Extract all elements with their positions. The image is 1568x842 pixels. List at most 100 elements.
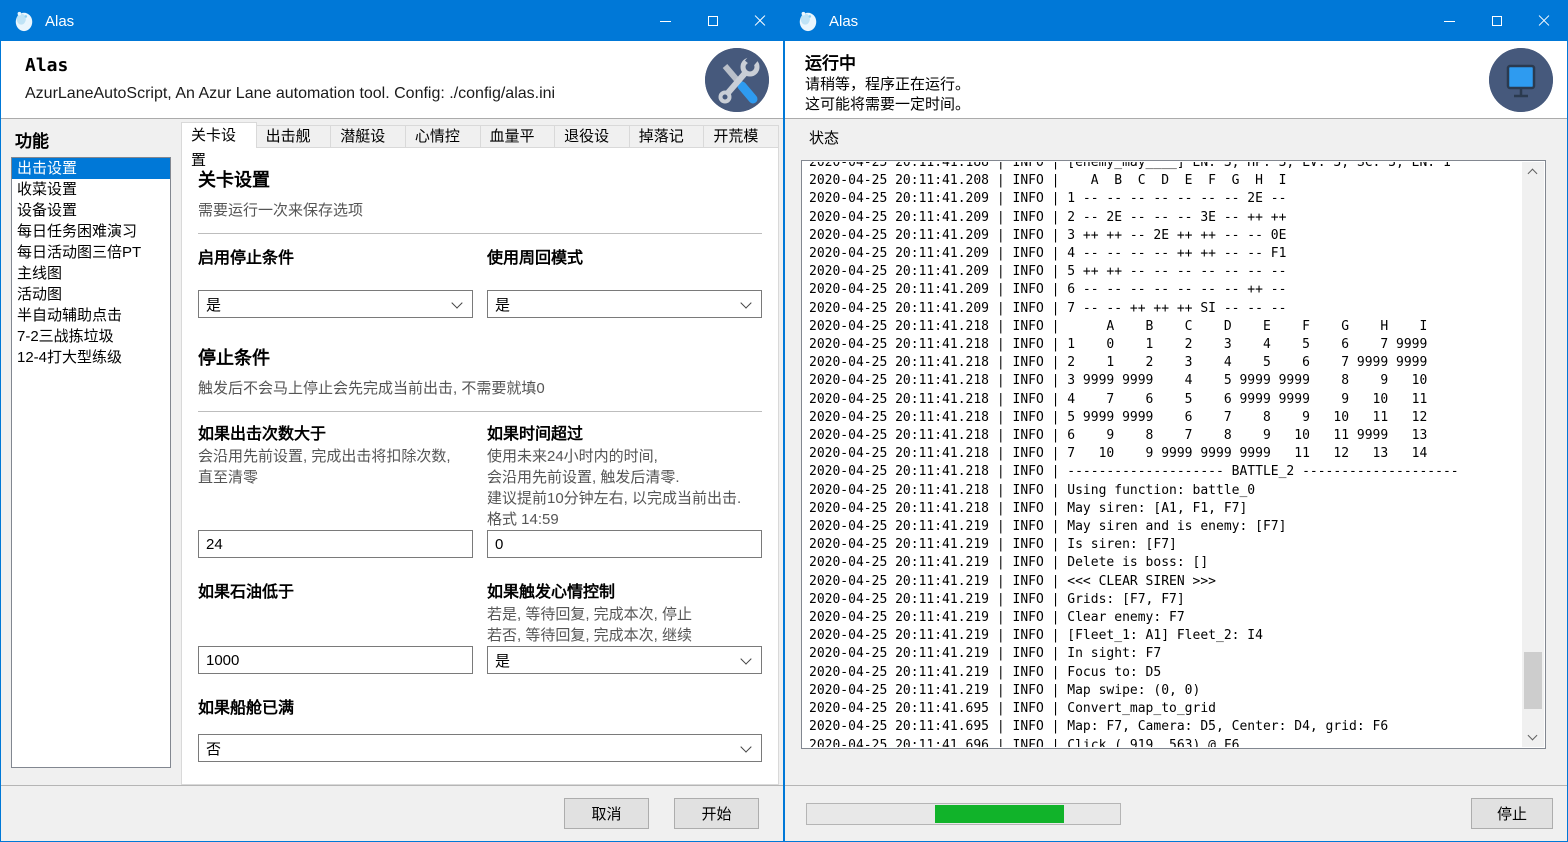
sidebar-item[interactable]: 7-2三战拣垃圾 xyxy=(12,326,170,347)
tab-开荒模式[interactable]: 开荒模式 xyxy=(704,125,779,148)
loop-mode-label: 使用周回模式 xyxy=(487,248,762,270)
chevron-down-icon xyxy=(740,297,751,308)
if-count-input[interactable] xyxy=(198,530,473,558)
chevron-down-icon xyxy=(740,653,751,664)
if-emotion-label: 如果触发心情控制 xyxy=(487,582,762,604)
close-button[interactable] xyxy=(1520,1,1567,41)
if-time-input[interactable] xyxy=(487,530,762,558)
sidebar-item[interactable]: 每日活动图三倍PT xyxy=(12,242,170,263)
alas-logo-icon xyxy=(797,10,819,32)
if-emotion-value: 是 xyxy=(495,650,510,671)
monitor-icon xyxy=(1489,48,1553,112)
log-line: 2020-04-25 20:11:41.209 | INFO | 5 ++ ++… xyxy=(809,263,1522,281)
chevron-down-icon xyxy=(1528,731,1538,741)
if-emotion-desc: 若是, 等待回复, 完成本次, 停止 若否, 等待回复, 完成本次, 继续 xyxy=(487,604,762,646)
log-line: 2020-04-25 20:11:41.209 | INFO | 2 -- 2E… xyxy=(809,209,1522,227)
enable-stop-select[interactable]: 是 xyxy=(198,290,473,318)
maximize-icon xyxy=(708,16,718,26)
log-line: 2020-04-25 20:11:41.696 | INFO | Click (… xyxy=(809,737,1522,748)
log-line: 2020-04-25 20:11:41.219 | INFO | Grids: … xyxy=(809,591,1522,609)
status-label: 状态 xyxy=(809,127,839,148)
log-line: 2020-04-25 20:11:41.218 | INFO | 5 9999 … xyxy=(809,409,1522,427)
close-icon xyxy=(1538,15,1550,27)
log-line: 2020-04-25 20:11:41.188 | INFO | [enemy_… xyxy=(809,162,1522,172)
log-line: 2020-04-25 20:11:41.219 | INFO | May sir… xyxy=(809,518,1522,536)
tab-潜艇设置[interactable]: 潜艇设置 xyxy=(331,125,406,148)
log-line: 2020-04-25 20:11:41.218 | INFO | A B C D… xyxy=(809,318,1522,336)
section-desc-stage: 需要运行一次来保存选项 xyxy=(198,199,762,220)
sidebar-item[interactable]: 出击设置 xyxy=(12,158,170,179)
app-name: Alas xyxy=(25,55,68,76)
progress-fill xyxy=(935,805,1063,823)
log-line: 2020-04-25 20:11:41.695 | INFO | Map: F7… xyxy=(809,718,1522,736)
log-line: 2020-04-25 20:11:41.219 | INFO | <<< CLE… xyxy=(809,573,1522,591)
if-oil-input[interactable] xyxy=(198,646,473,674)
log-line: 2020-04-25 20:11:41.218 | INFO | 3 9999 … xyxy=(809,372,1522,390)
maximize-button[interactable] xyxy=(1473,1,1520,41)
tab-bar: 关卡设置出击舰队潜艇设置心情控制血量平衡退役设置掉落记录开荒模式 xyxy=(181,122,779,148)
scroll-down-button[interactable] xyxy=(1522,727,1544,747)
log-line: 2020-04-25 20:11:41.695 | INFO | Convert… xyxy=(809,700,1522,718)
enable-stop-value: 是 xyxy=(206,294,221,315)
log-line: 2020-04-25 20:11:41.219 | INFO | Map swi… xyxy=(809,682,1522,700)
chevron-down-icon xyxy=(740,741,751,752)
titlebar[interactable]: Alas xyxy=(785,1,1567,41)
tools-icon xyxy=(705,48,769,112)
tab-掉落记录[interactable]: 掉落记录 xyxy=(630,125,705,148)
tab-血量平衡[interactable]: 血量平衡 xyxy=(481,125,556,148)
close-icon xyxy=(754,15,766,27)
run-status-line2: 这可能将需要一定时间。 xyxy=(805,93,970,114)
if-count-desc: 会沿用先前设置, 完成出击将扣除次数, 直至清零 xyxy=(198,446,473,488)
sidebar-item[interactable]: 收菜设置 xyxy=(12,179,170,200)
sidebar-item[interactable]: 每日任务困难演习 xyxy=(12,221,170,242)
close-button[interactable] xyxy=(736,1,783,41)
log-line: 2020-04-25 20:11:41.209 | INFO | 4 -- --… xyxy=(809,245,1522,263)
window-settings: Alas Alas AzurLaneAutoScript, An Azur La… xyxy=(0,0,784,842)
sidebar-item[interactable]: 活动图 xyxy=(12,284,170,305)
scroll-up-button[interactable] xyxy=(1522,162,1544,182)
sidebar-list[interactable]: 出击设置收菜设置设备设置每日任务困难演习每日活动图三倍PT主线图活动图半自动辅助… xyxy=(11,157,171,768)
loop-mode-select[interactable]: 是 xyxy=(487,290,762,318)
if-time-desc: 使用未来24小时内的时间, 会沿用先前设置, 触发后清零. 建议提前10分钟左右… xyxy=(487,446,762,530)
run-status-title: 运行中 xyxy=(805,49,856,74)
log-scrollbar[interactable] xyxy=(1522,162,1544,747)
log-line: 2020-04-25 20:11:41.218 | INFO | 2 1 2 3… xyxy=(809,354,1522,372)
sidebar-item[interactable]: 设备设置 xyxy=(12,200,170,221)
tab-关卡设置[interactable]: 关卡设置 xyxy=(181,122,257,148)
tab-退役设置[interactable]: 退役设置 xyxy=(555,125,630,148)
if-emotion-select[interactable]: 是 xyxy=(487,646,762,674)
minimize-button[interactable] xyxy=(642,1,689,41)
log-content: 2020-04-25 20:11:41.188 | INFO | [enemy_… xyxy=(803,162,1522,747)
log-box: 2020-04-25 20:11:41.188 | INFO | [enemy_… xyxy=(801,160,1546,749)
stop-button[interactable]: 停止 xyxy=(1471,798,1553,829)
titlebar[interactable]: Alas xyxy=(1,1,783,41)
section-title-stage: 关卡设置 xyxy=(198,166,762,192)
if-count-label: 如果出击次数大于 xyxy=(198,424,473,446)
tab-出击舰队[interactable]: 出击舰队 xyxy=(257,125,332,148)
log-line: 2020-04-25 20:11:41.208 | INFO | A B C D… xyxy=(809,172,1522,190)
window-running: Alas 运行中 请稍等，程序正在运行。 这可能将需要一定时间。 状态 2020… xyxy=(784,0,1568,842)
if-dock-full-select[interactable]: 否 xyxy=(198,734,762,762)
window-title: Alas xyxy=(829,13,858,30)
cancel-button[interactable]: 取消 xyxy=(564,798,649,829)
section-title-stop: 停止条件 xyxy=(198,344,762,370)
log-line: 2020-04-25 20:11:41.218 | INFO | -------… xyxy=(809,463,1522,481)
scrollbar-thumb[interactable] xyxy=(1524,652,1542,709)
minimize-button[interactable] xyxy=(1426,1,1473,41)
alas-logo-icon xyxy=(13,10,35,32)
maximize-button[interactable] xyxy=(689,1,736,41)
chevron-down-icon xyxy=(451,297,462,308)
if-dock-full-label: 如果船舱已满 xyxy=(198,698,762,720)
log-line: 2020-04-25 20:11:41.219 | INFO | [Fleet_… xyxy=(809,627,1522,645)
enable-stop-label: 启用停止条件 xyxy=(198,248,473,270)
sidebar-item[interactable]: 主线图 xyxy=(12,263,170,284)
start-button[interactable]: 开始 xyxy=(674,798,759,829)
sidebar-item[interactable]: 半自动辅助点击 xyxy=(12,305,170,326)
log-line: 2020-04-25 20:11:41.218 | INFO | 6 9 8 7… xyxy=(809,427,1522,445)
loop-mode-value: 是 xyxy=(495,294,510,315)
log-line: 2020-04-25 20:11:41.218 | INFO | Using f… xyxy=(809,482,1522,500)
log-line: 2020-04-25 20:11:41.209 | INFO | 7 -- --… xyxy=(809,300,1522,318)
sidebar-item[interactable]: 12-4打大型练级 xyxy=(12,347,170,368)
minimize-icon xyxy=(660,21,671,22)
tab-心情控制[interactable]: 心情控制 xyxy=(406,125,481,148)
